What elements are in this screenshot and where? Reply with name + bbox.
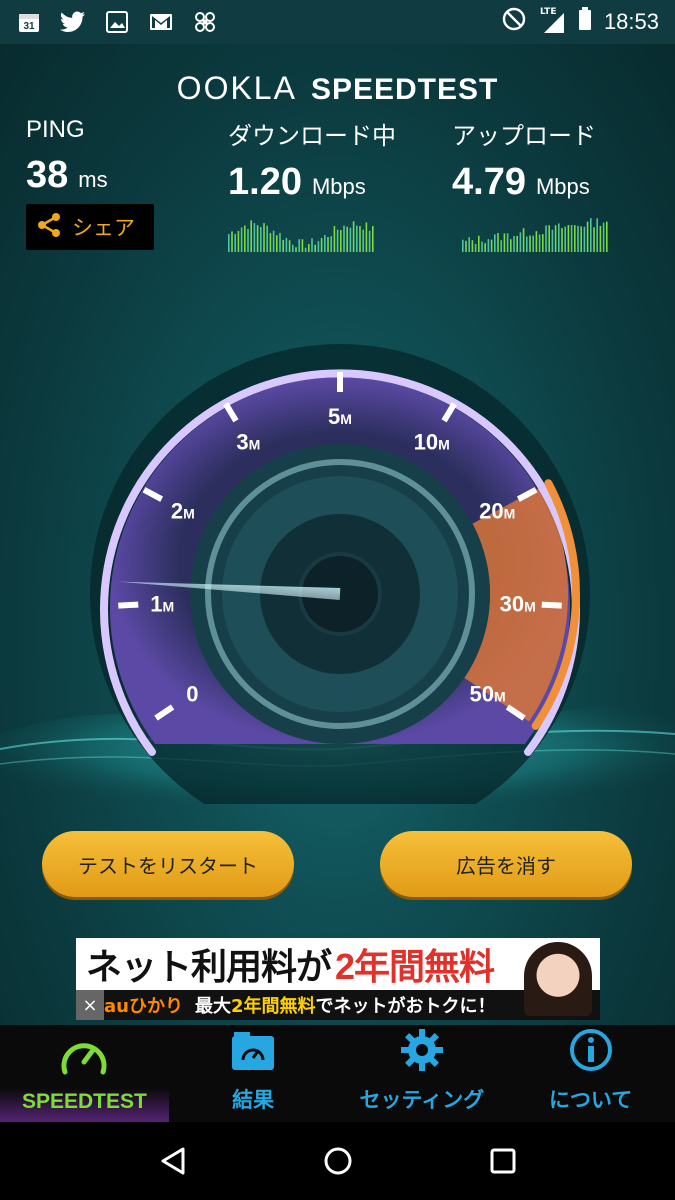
ad-sub-c: でネットがおトクに！ — [315, 996, 496, 1017]
calendar-day: 31 — [23, 21, 35, 32]
download-unit: Mbps — [311, 174, 366, 199]
twitter-icon — [60, 9, 86, 35]
ad-sub-a: 最大 — [194, 996, 231, 1017]
ping-unit: ms — [78, 167, 108, 192]
home-icon[interactable] — [320, 1143, 356, 1179]
gauge-tick-label: 0 — [186, 682, 198, 707]
speed-gauge: 01M2M3M5M10M20M30M50M — [90, 344, 590, 804]
ad-sub-b: 2年間無料 — [230, 996, 316, 1017]
signal-icon: LTE — [538, 7, 566, 35]
ping-stat: PING 38 ms — [26, 116, 108, 197]
download-value: 1.20 — [228, 161, 302, 203]
upload-value: 4.79 — [452, 161, 526, 203]
status-bar: 31 LTE 18:53 — [0, 0, 675, 44]
ad-headline: ネット利用料が — [86, 946, 332, 987]
upload-stat: アップロード 4.79 Mbps — [452, 116, 596, 204]
share-label: シェア — [72, 216, 135, 240]
app-logo: OOKLA SPEEDTEST — [0, 70, 675, 107]
results-folder-icon — [232, 1032, 275, 1070]
ad-brand: auひかり — [104, 996, 183, 1017]
gauge-tick — [541, 601, 562, 609]
gear-icon — [400, 1029, 443, 1071]
bottom-nav: SPEEDTEST 結果 セッティング について — [0, 1025, 675, 1122]
gmail-icon — [148, 9, 174, 35]
dnd-icon — [502, 7, 526, 37]
recents-icon[interactable] — [485, 1143, 521, 1179]
restart-test-button[interactable]: テストをリスタート — [42, 831, 294, 897]
nav-about[interactable]: について — [506, 1025, 675, 1122]
download-label: ダウンロード中 — [228, 123, 396, 150]
nav-settings-label: セッティング — [359, 1089, 485, 1112]
upload-unit: Mbps — [535, 174, 590, 199]
upload-label: アップロード — [452, 123, 596, 150]
info-icon — [569, 1029, 612, 1071]
upload-graph — [462, 218, 608, 252]
ping-value: 38 — [26, 154, 69, 196]
system-nav-bar — [0, 1122, 675, 1200]
ad-banner[interactable]: ネット利用料が 2年間無料 auひかり 最大 2年間無料 でネットがおトクに！ × — [76, 938, 600, 1020]
calendar-icon: 31 — [16, 9, 42, 35]
download-graph — [228, 220, 374, 252]
image-icon — [104, 9, 130, 35]
download-stat: ダウンロード中 1.20 Mbps — [228, 116, 396, 204]
ad-model-image — [524, 942, 592, 1016]
back-icon[interactable] — [155, 1143, 191, 1179]
brand-speedtest: SPEEDTEST — [310, 73, 499, 106]
speedtest-main: OOKLA SPEEDTEST PING 38 ms ダウンロード中 1.20 Mbp… — [0, 44, 675, 1025]
nav-speedtest-label: SPEEDTEST — [21, 1090, 147, 1113]
battery-icon — [578, 7, 592, 37]
ping-label: PING — [26, 116, 85, 143]
nav-results[interactable]: 結果 — [169, 1025, 338, 1122]
remove-ads-button[interactable]: 広告を消す — [380, 831, 632, 897]
nav-results-label: 結果 — [232, 1089, 275, 1112]
ad-close-button[interactable]: × — [76, 990, 104, 1020]
speedometer-icon — [61, 1043, 107, 1075]
gauge-tick — [118, 601, 139, 609]
ad-headline-highlight: 2年間無料 — [335, 946, 495, 987]
nav-settings[interactable]: セッティング — [338, 1025, 507, 1122]
nav-speedtest[interactable]: SPEEDTEST — [0, 1025, 169, 1122]
share-button[interactable]: シェア — [26, 204, 154, 250]
brand-ookla: OOKLA — [176, 70, 297, 106]
nav-about-label: について — [548, 1089, 633, 1112]
clock: 18:53 — [603, 9, 659, 34]
pinwheel-icon — [192, 9, 218, 35]
share-icon — [36, 212, 62, 243]
